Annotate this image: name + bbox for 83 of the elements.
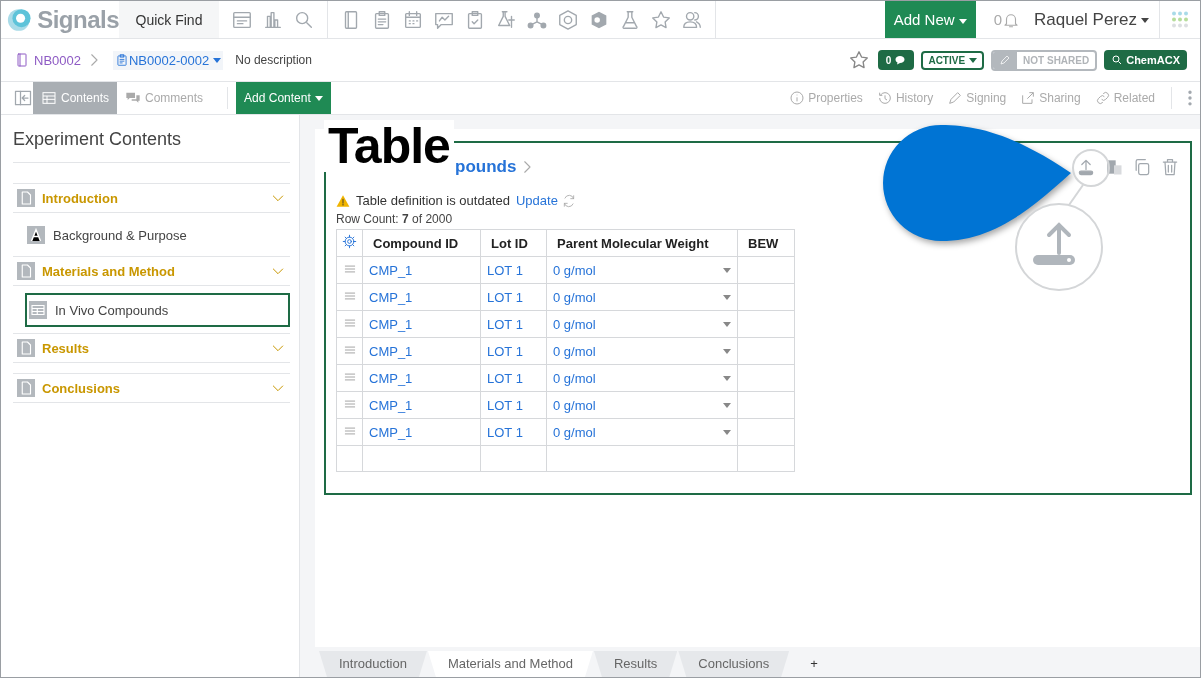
table-cell[interactable]: LOT 1 [480,256,547,284]
entry-title[interactable]: pounds [455,157,517,177]
table-cell[interactable]: 0 g/mol [546,310,738,338]
link-icon [1094,90,1111,106]
document-icon [17,262,35,280]
document-icon [17,379,35,397]
collapse-panel-icon[interactable] [13,88,33,108]
document-icon [17,189,35,207]
section-header[interactable]: Materials and Method [13,256,290,286]
upload-icon[interactable] [1076,157,1096,177]
quick-find-button[interactable]: Quick Find [119,1,219,38]
table-cell[interactable]: CMP_1 [362,256,481,284]
callout-label: Table [324,120,454,172]
table-cell[interactable]: LOT 1 [480,391,547,419]
sidebar-title: Experiment Contents [13,127,290,163]
experiment-dropdown[interactable]: NB0002-0002 [113,50,224,70]
flask-icon[interactable] [495,8,517,31]
table-cell[interactable]: CMP_1 [362,283,481,311]
document-icon [17,339,35,357]
chemacx-search-button[interactable]: ChemACX [1104,50,1187,70]
status-dropdown[interactable]: ACTIVE [921,50,985,70]
table-cell[interactable]: LOT 1 [480,418,547,446]
section-entry[interactable]: Background & Purpose [13,220,290,250]
info-icon [789,90,806,106]
clipboard-icon [115,53,129,67]
table-icon [41,90,57,106]
table-cell[interactable]: 0 g/mol [546,337,738,365]
table-cell[interactable]: 0 g/mol [546,283,738,311]
warning-text: Table definition is outdated [356,193,510,208]
section-tab[interactable]: Conclusions [678,651,790,677]
settings-icon[interactable] [342,234,357,249]
logo-text: Signals [37,5,119,34]
share-icon [1020,90,1037,106]
table-cell[interactable]: LOT 1 [480,283,547,311]
row-count-text: Row Count: 7 of 2000 [336,212,454,226]
speech-bubble-icon [894,54,907,66]
hexagon-icon[interactable] [557,8,579,31]
table-cell[interactable]: CMP_1 [362,391,481,419]
pencil-icon [999,53,1012,66]
flask-icon[interactable] [619,8,641,31]
section-header[interactable]: Conclusions [13,373,290,403]
notebook-icon [14,51,30,69]
table-cell[interactable]: CMP_1 [362,364,481,392]
table-cell[interactable]: LOT 1 [480,337,547,365]
update-link[interactable]: Update [515,193,558,208]
search-icon [1111,54,1124,66]
description-text: No description [235,53,312,67]
table-cell[interactable]: LOT 1 [480,310,547,338]
table-cell[interactable]: CMP_1 [362,418,481,446]
column-header[interactable]: Lot ID [480,229,547,257]
warning-icon [336,193,350,208]
section-tab[interactable]: Results [593,651,678,677]
paste-icon[interactable] [1104,157,1124,177]
section-header[interactable]: Results [13,333,290,363]
table-cell[interactable]: 0 g/mol [546,364,738,392]
column-header[interactable]: Parent Molecular Weight [546,229,738,257]
section-entry[interactable]: In Vivo Compounds [25,293,290,327]
notebook-link[interactable]: NB0002 [34,52,81,68]
pen-icon [947,90,964,106]
trash-icon[interactable] [1160,157,1180,177]
comment-count-badge[interactable]: 0 [877,50,915,70]
section-tab[interactable]: Introduction [319,651,427,677]
history-icon [876,90,893,106]
column-header[interactable]: BEW [737,229,795,257]
refresh-icon [561,193,576,208]
text-icon [27,226,45,244]
user-menu[interactable]: Raquel Perez [1034,9,1149,30]
star-icon[interactable] [650,8,672,31]
table-cell[interactable]: CMP_1 [362,337,481,365]
table-cell[interactable]: 0 g/mol [546,418,738,446]
section-header[interactable]: Introduction [13,183,290,213]
table-cell[interactable]: CMP_1 [362,310,481,338]
table-cell[interactable]: 0 g/mol [546,256,738,284]
table-cell[interactable]: LOT 1 [480,364,547,392]
table-icon [29,301,47,319]
add-new-button[interactable]: Add New [884,1,976,38]
add-content-button[interactable]: Add Content [236,82,331,114]
table-cell[interactable]: 0 g/mol [546,391,738,419]
column-header[interactable]: Compound ID [362,229,481,257]
calendar-icon[interactable] [402,8,424,31]
section-tab[interactable]: Materials and Method [427,651,593,677]
add-tab-button[interactable]: + [810,656,818,677]
favorite-star-icon [847,49,870,71]
